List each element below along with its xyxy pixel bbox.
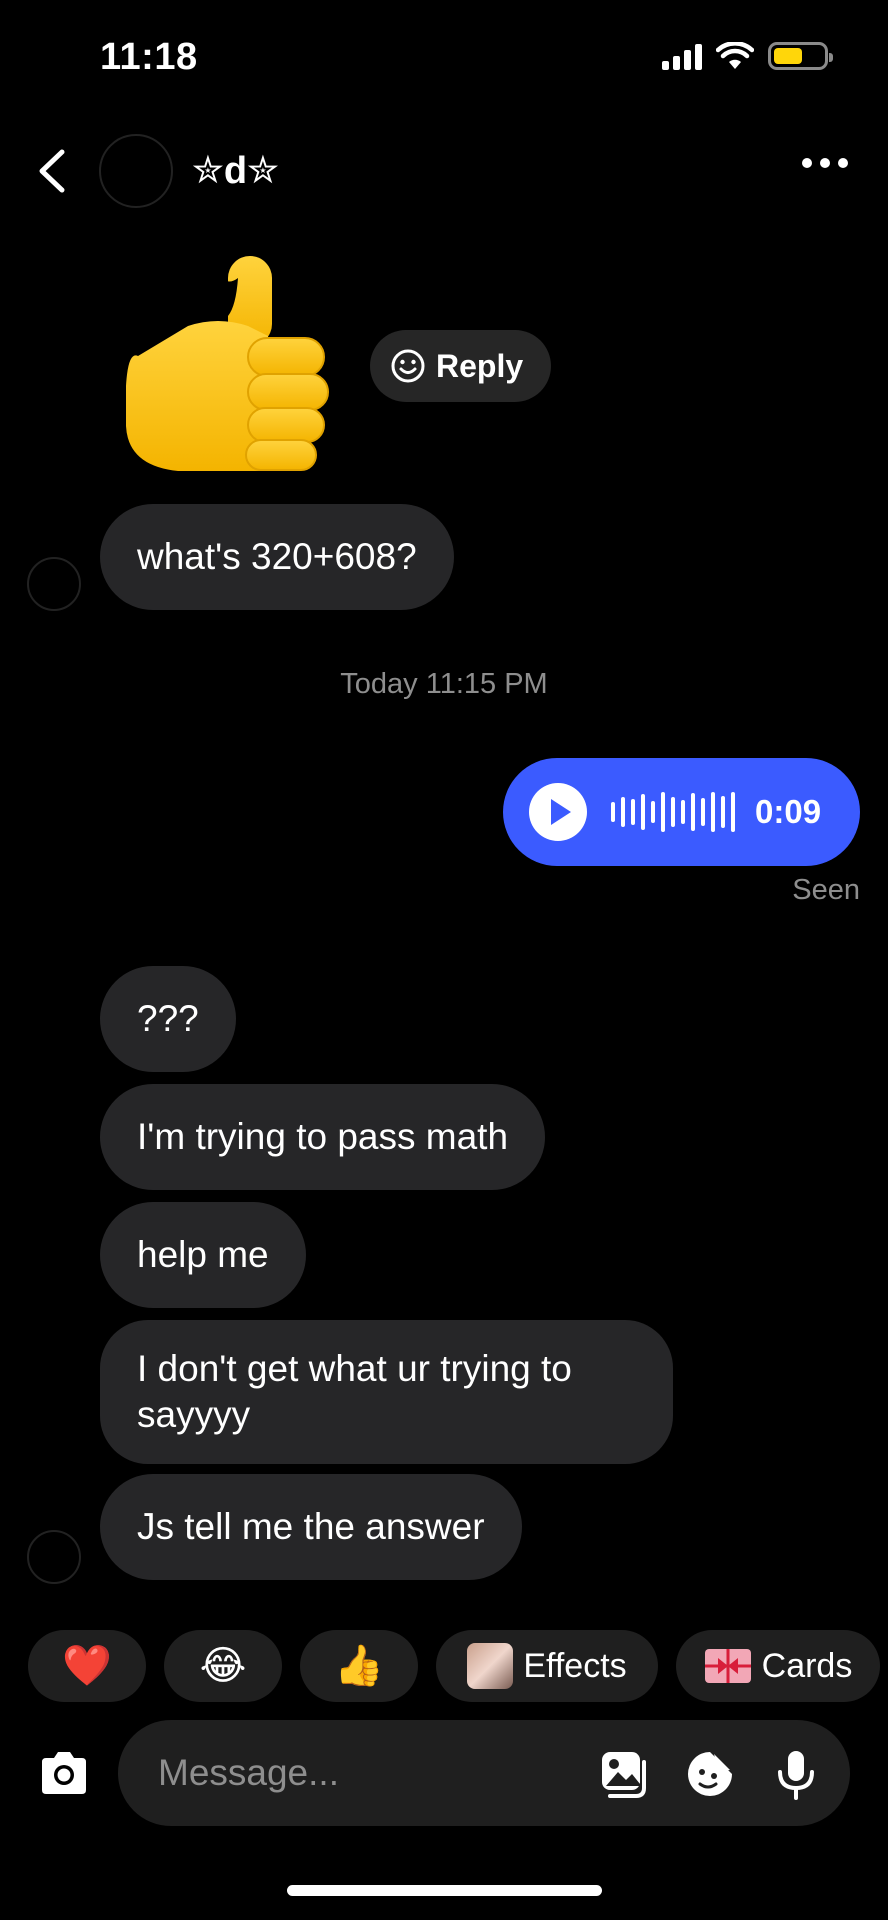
camera-icon[interactable] [36,1746,92,1802]
message-composer[interactable] [118,1720,850,1826]
timestamp: Today 11:15 PM [340,668,548,700]
voice-duration: 0:09 [755,793,822,830]
message-bubble[interactable]: I'm trying to pass math [100,1084,546,1190]
contact-avatar[interactable] [99,134,173,208]
reply-button[interactable]: Reply [370,330,552,402]
quick-reaction-heart[interactable]: ❤️ [28,1630,146,1702]
microphone-icon[interactable] [770,1748,822,1800]
quick-reaction-laugh[interactable]: 😂 [164,1630,282,1702]
quick-reaction-thumbs-up[interactable]: 👍 [300,1630,418,1702]
gallery-icon[interactable] [598,1748,650,1800]
smiley-icon [391,349,425,383]
sender-avatar[interactable] [27,557,81,611]
battery-icon [768,42,833,70]
cards-button[interactable]: Cards [676,1630,880,1702]
seen-status: Seen [792,874,860,906]
voice-message[interactable]: 0:09 [503,758,860,866]
sender-avatar[interactable] [27,1530,81,1584]
reply-label: Reply [436,347,524,384]
wifi-icon [716,42,754,69]
laughing-face-icon: 😂 [199,1643,247,1689]
more-options-icon[interactable] [802,158,848,168]
message-bubble[interactable]: what's 320+608? [100,504,454,610]
waveform-icon [611,787,735,837]
status-icons [662,42,833,70]
status-time: 11:18 [100,36,198,78]
heart-icon: ❤️ [62,1643,112,1689]
effects-label: Effects [523,1646,627,1685]
message-bubble[interactable]: Js tell me the answer [100,1474,522,1580]
sticker-icon[interactable] [684,1748,736,1800]
effects-thumbnail-icon [467,1643,514,1689]
thumbs-up-sticker[interactable] [118,256,338,476]
play-icon[interactable] [529,783,587,841]
message-input[interactable] [158,1746,558,1800]
message-bubble[interactable]: I don't get what ur trying to sayyyy [100,1320,673,1464]
gift-card-icon [704,1649,751,1683]
thumbs-up-icon: 👍 [334,1643,384,1689]
contact-name[interactable]: ✮d✮ [192,148,279,193]
back-chevron-icon[interactable] [34,148,70,194]
effects-button[interactable]: Effects [436,1630,658,1702]
home-indicator[interactable] [287,1885,602,1896]
message-bubble[interactable]: help me [100,1202,306,1308]
cellular-signal-icon [662,42,702,70]
cards-label: Cards [761,1646,853,1685]
message-bubble[interactable]: ??? [100,966,236,1072]
